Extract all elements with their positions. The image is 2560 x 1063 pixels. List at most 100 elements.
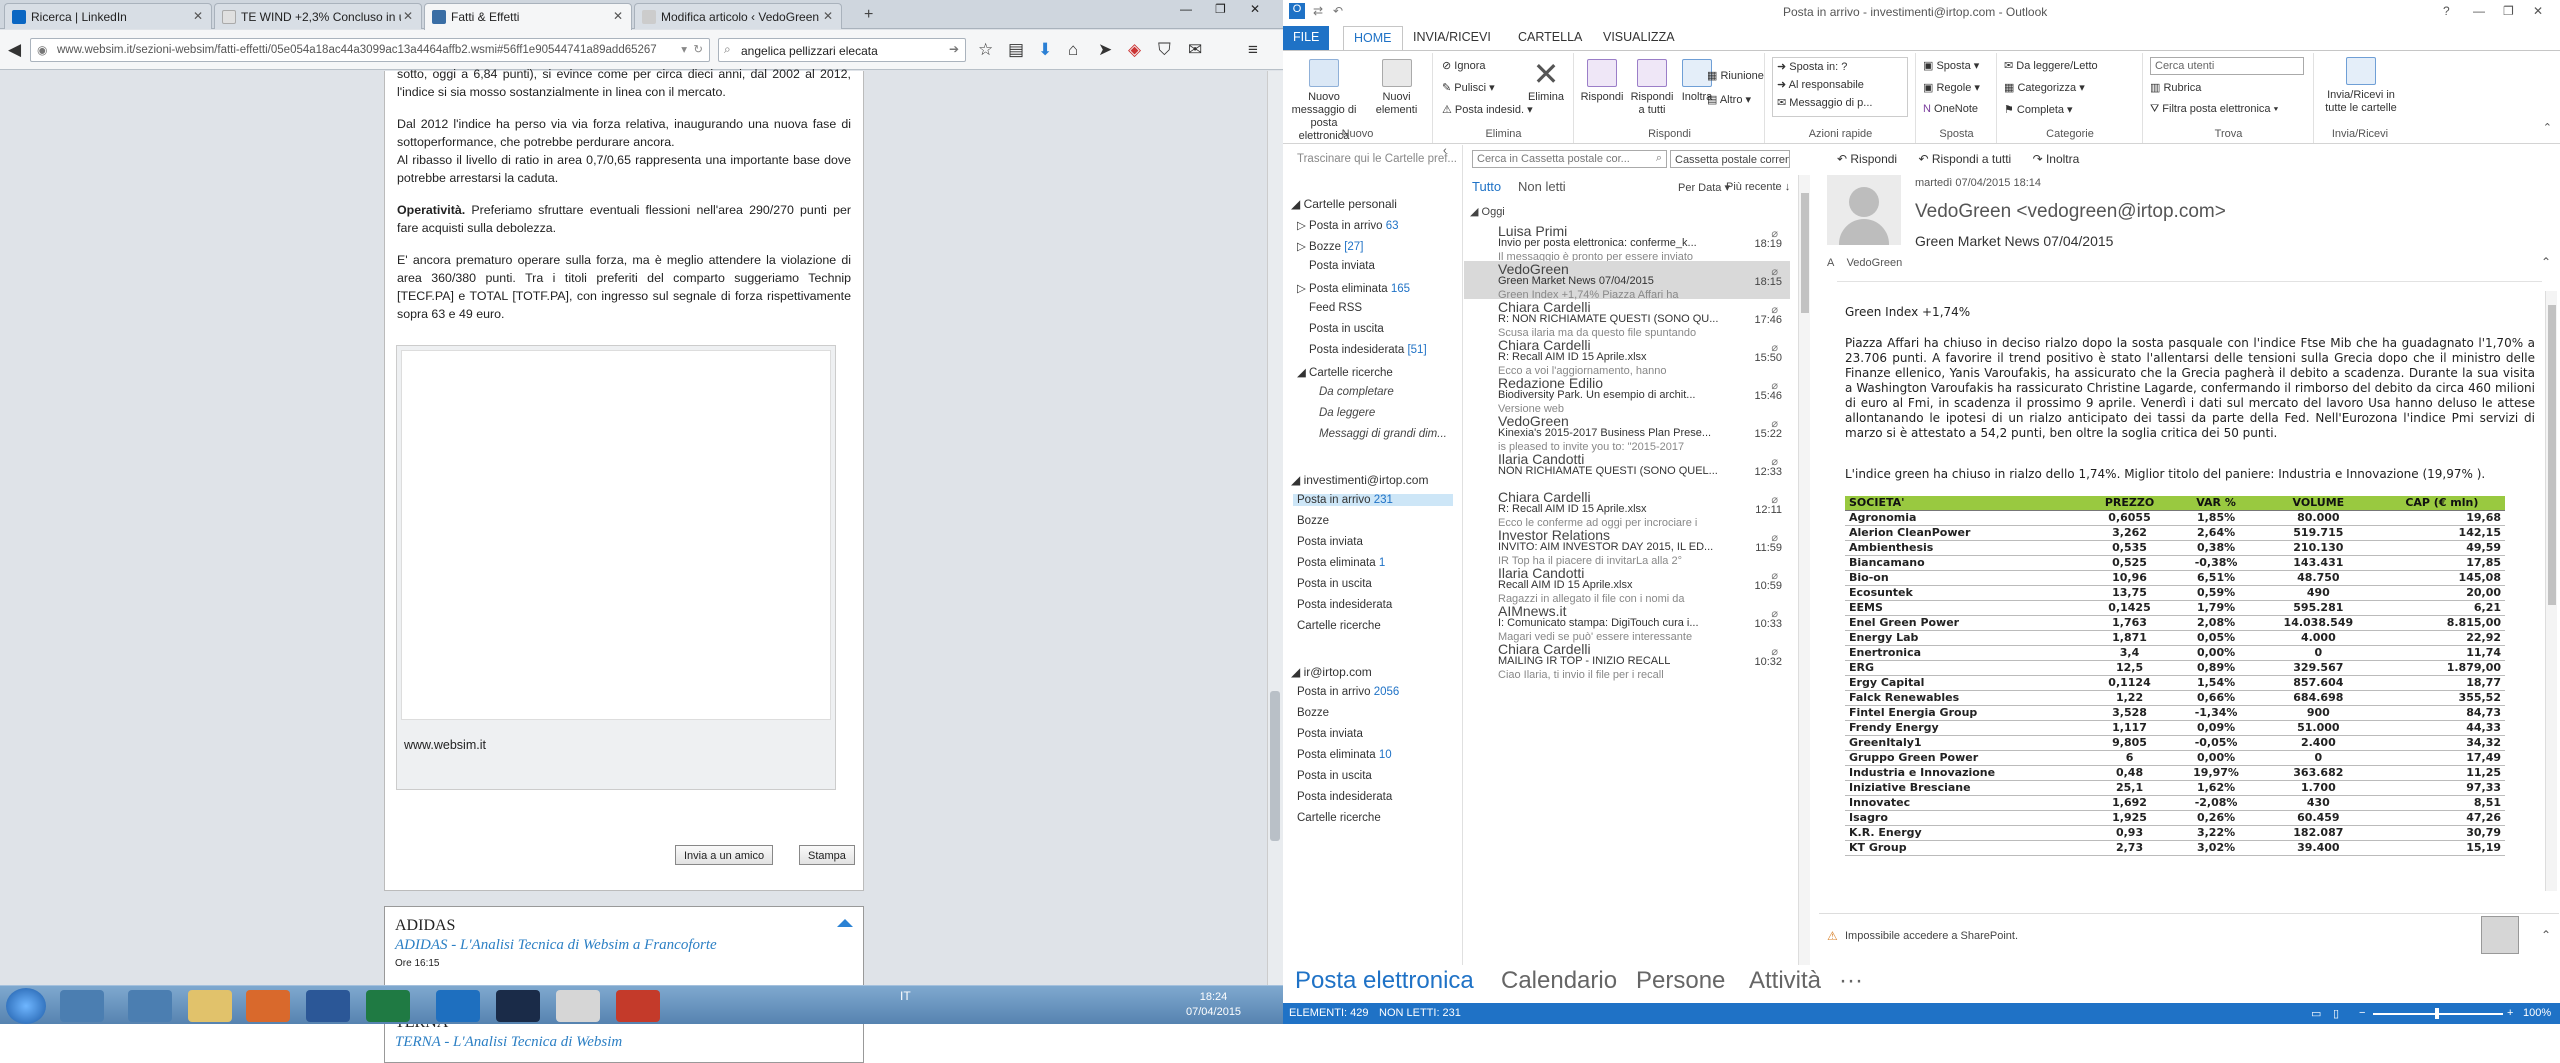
new-items-button[interactable]: Nuovi elementi: [1369, 59, 1424, 117]
follow-up-button[interactable]: ⚑ Completa ▾: [2004, 103, 2073, 116]
nav-calendar[interactable]: Calendario: [1501, 967, 1617, 995]
filter-all[interactable]: Tutto: [1472, 179, 1501, 194]
tab-te-wind[interactable]: TE WIND +2,3% Concluso in u... ✕: [214, 3, 422, 29]
collapse-pane-icon[interactable]: ‹: [1443, 145, 1447, 157]
menu-icon[interactable]: ≡: [1248, 40, 1258, 60]
explorer-icon[interactable]: [188, 990, 232, 1022]
close-icon[interactable]: ✕: [403, 9, 413, 23]
send-receive-icon[interactable]: ⇄: [1313, 4, 1323, 18]
folder-deleted-ir[interactable]: Posta eliminata 10: [1297, 749, 1392, 761]
start-button[interactable]: [6, 988, 46, 1024]
shield-icon[interactable]: ⛉: [1158, 40, 1171, 60]
excel-icon[interactable]: [366, 990, 410, 1022]
folder-drafts-investimenti[interactable]: Bozze: [1297, 515, 1329, 527]
close-icon[interactable]: ✕: [613, 9, 623, 23]
page-scrollbar[interactable]: [1267, 71, 1283, 985]
forward-inline-button[interactable]: ↷ Inoltra: [2033, 152, 2080, 166]
clean-up-button[interactable]: ✎ Pulisci ▾: [1442, 81, 1495, 94]
collapse-icon[interactable]: [837, 919, 853, 927]
ie-icon[interactable]: [128, 990, 172, 1022]
email-sender[interactable]: VedoGreen <vedogreen@irtop.com>: [1915, 201, 2226, 223]
rules-button[interactable]: ▣ Regole ▾: [1923, 81, 1980, 94]
chat-icon[interactable]: ✉: [1188, 40, 1202, 60]
print-button[interactable]: Stampa: [799, 845, 855, 865]
tray-language[interactable]: IT: [900, 989, 911, 1003]
meeting-button[interactable]: ▦ Riunione: [1707, 69, 1764, 82]
account-ir[interactable]: ◢ ir@irtop.com: [1291, 665, 1372, 679]
filter-email-button[interactable]: ⛛ Filtra posta elettronica ▾: [2150, 103, 2278, 116]
message-item[interactable]: Chiara Cardelli MAILING IR TOP - INIZIO R…: [1464, 641, 1790, 681]
url-bar[interactable]: ◉ www.websim.it/sezioni-websim/fatti-eff…: [30, 38, 710, 62]
close-window-button[interactable]: ✕: [2533, 4, 2543, 18]
mailbox-scope-select[interactable]: Cassetta postale corrente ▾: [1670, 150, 1790, 168]
minimize-button[interactable]: —: [2473, 4, 2485, 18]
search-input[interactable]: ⌕ angelica pellizzari elecata ➔: [718, 38, 966, 62]
nav-tasks[interactable]: Attività: [1749, 967, 1821, 995]
reply-inline-button[interactable]: ↶ Rispondi: [1837, 152, 1897, 166]
nav-mail[interactable]: Posta elettronica: [1295, 967, 1474, 995]
share-icon[interactable]: ➤: [1098, 40, 1112, 60]
folder-group-personal[interactable]: ◢ Cartelle personali: [1291, 197, 1397, 211]
delete-button[interactable]: ✕ Elimina: [1524, 57, 1568, 104]
folder-outbox-ir[interactable]: Posta in uscita: [1297, 770, 1372, 782]
folder-sent-investimenti[interactable]: Posta inviata: [1297, 536, 1363, 548]
dropdown-icon[interactable]: ▾: [681, 42, 687, 56]
expand-people-icon[interactable]: ⌃: [2541, 928, 2551, 942]
collapse-header-icon[interactable]: ⌃: [2541, 255, 2551, 269]
send-receive-all-button[interactable]: Invia/Ricevi in tutte le cartelle: [2319, 57, 2403, 115]
folder-rss[interactable]: Feed RSS: [1309, 302, 1362, 314]
message-item[interactable]: VedoGreen Green Market News 07/04/2015 Gre…: [1464, 261, 1790, 301]
close-icon[interactable]: ✕: [193, 9, 203, 23]
help-icon[interactable]: ?: [2443, 4, 2450, 18]
photoshop-icon[interactable]: [496, 990, 540, 1022]
quick-step-move[interactable]: ➜ Sposta in: ?: [1777, 60, 1847, 73]
zoom-thumb[interactable]: [2435, 1008, 2439, 1019]
maximize-button[interactable]: ❐: [2503, 4, 2514, 18]
search-folder-large[interactable]: Messaggi di grandi dim...: [1319, 428, 1447, 440]
folder-deleted-investimenti[interactable]: Posta eliminata 1: [1297, 557, 1385, 569]
folder-deleted[interactable]: ▷ Posta eliminata 165: [1297, 281, 1410, 295]
folder-junk[interactable]: Posta indesiderata [51]: [1309, 344, 1427, 356]
folder-search-investimenti[interactable]: Cartelle ricerche: [1297, 620, 1381, 632]
maximize-button[interactable]: ❐: [1215, 2, 1226, 16]
search-folder-unread[interactable]: Da leggere: [1319, 407, 1375, 419]
contact-photo[interactable]: [2481, 916, 2519, 954]
sort-by-select[interactable]: Per Data ▾: [1678, 181, 1730, 194]
collapse-ribbon-icon[interactable]: ⌃: [2543, 121, 2552, 134]
reply-all-inline-button[interactable]: ↶ Rispondi a tutti: [1918, 152, 2011, 166]
tab-file[interactable]: FILE: [1283, 26, 1330, 50]
message-item[interactable]: Luisa Primi Invio per posta elettronica: …: [1464, 223, 1790, 263]
nav-people[interactable]: Persone: [1636, 967, 1725, 995]
move-button[interactable]: ▣ Sposta ▾: [1923, 59, 1979, 72]
message-item[interactable]: AIMnews.it I: Comunicato stampa: DigiTouc…: [1464, 603, 1790, 643]
bookmarks-icon[interactable]: ▤: [1008, 40, 1024, 60]
search-go-icon[interactable]: ➔: [949, 42, 959, 56]
account-investimenti[interactable]: ◢ investimenti@irtop.com: [1291, 473, 1428, 487]
card-subtitle[interactable]: TERNA - L'Analisi Tecnica di Websim: [395, 1034, 863, 1051]
close-window-button[interactable]: ✕: [1250, 2, 1260, 16]
view-reading-icon[interactable]: ▯: [2333, 1007, 2339, 1020]
clock[interactable]: 18:24 07/04/2015: [1186, 990, 1241, 1020]
zoom-level[interactable]: 100%: [2523, 1007, 2551, 1019]
nav-more[interactable]: ···: [1839, 967, 1863, 995]
tab-folder[interactable]: CARTELLA: [1508, 26, 1592, 50]
invite-friend-button[interactable]: Invia a un amico: [675, 845, 774, 865]
tab-view[interactable]: VISUALIZZA: [1593, 26, 1685, 50]
scroll-thumb[interactable]: [1270, 691, 1280, 841]
message-item[interactable]: Investor Relations INVITO: AIM INVESTOR D…: [1464, 527, 1790, 567]
filter-unread[interactable]: Non letti: [1518, 179, 1566, 194]
back-icon[interactable]: ◀: [8, 40, 21, 60]
message-item[interactable]: Chiara Cardelli R: Recall AIM ID 15 April…: [1464, 337, 1790, 377]
folder-inbox-ir[interactable]: Posta in arrivo 2056: [1297, 686, 1399, 698]
search-folder-todo[interactable]: Da completare: [1319, 386, 1394, 398]
folder-drafts-ir[interactable]: Bozze: [1297, 707, 1329, 719]
more-button[interactable]: ▤ Altro ▾: [1707, 93, 1751, 106]
folder-sent-ir[interactable]: Posta inviata: [1297, 728, 1363, 740]
list-scrollbar[interactable]: [1798, 175, 1810, 965]
view-normal-icon[interactable]: ▭: [2311, 1007, 2321, 1020]
media-player-icon[interactable]: [60, 990, 104, 1022]
message-item[interactable]: Chiara Cardelli R: NON RICHIAMATE QUESTI …: [1464, 299, 1790, 339]
junk-button[interactable]: ⚠ Posta indesid. ▾: [1442, 103, 1533, 116]
card-subtitle[interactable]: ADIDAS - L'Analisi Tecnica di Websim a F…: [395, 937, 863, 954]
scroll-thumb[interactable]: [2548, 305, 2556, 605]
